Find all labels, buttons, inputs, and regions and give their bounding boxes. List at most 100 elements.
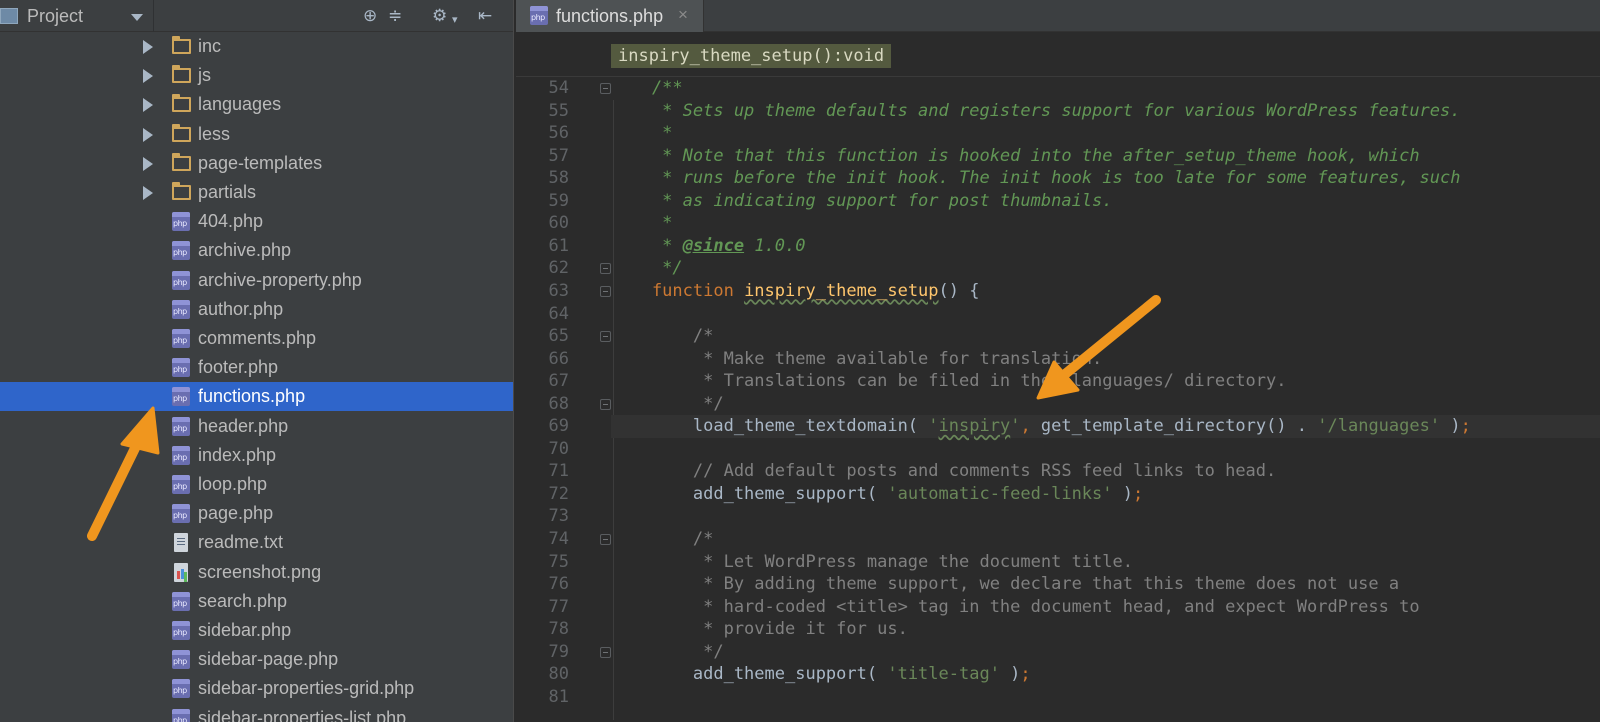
tree-item-label: readme.txt [198, 532, 284, 553]
code-line[interactable]: // Add default posts and comments RSS fe… [611, 460, 1600, 483]
code-line[interactable]: function inspiry_theme_setup() { [611, 280, 1600, 303]
expand-arrow-icon[interactable] [143, 156, 153, 171]
tree-file[interactable]: sidebar.php [0, 616, 513, 645]
tree-folder[interactable]: less [0, 120, 513, 149]
php-file-icon [172, 621, 190, 640]
code-line[interactable]: * hard-coded <title> tag in the document… [611, 596, 1600, 619]
code-line[interactable]: * Translations can be filed in the /lang… [611, 370, 1600, 393]
close-icon[interactable]: × [678, 5, 688, 25]
code-line[interactable]: load_theme_textdomain( 'inspiry', get_te… [611, 415, 1600, 439]
code-line[interactable]: /* [611, 325, 1600, 348]
gear-dropdown-icon[interactable]: ▾ [452, 11, 458, 29]
tree-file[interactable]: sidebar-properties-list.php [0, 704, 513, 722]
code-line[interactable]: * @since 1.0.0 [611, 235, 1600, 258]
code-token: * provide it for us. [611, 619, 908, 640]
code-line[interactable] [611, 438, 1600, 461]
code-line[interactable] [611, 505, 1600, 528]
expand-arrow-icon[interactable] [143, 127, 153, 142]
fold-toggle-icon[interactable] [600, 83, 611, 94]
line-number: 57 [548, 145, 569, 166]
line-number: 81 [548, 686, 569, 707]
tree-folder[interactable]: partials [0, 178, 513, 207]
tree-file[interactable]: author.php [0, 295, 513, 324]
php-file-icon [172, 241, 190, 261]
code-line[interactable]: */ [611, 641, 1600, 664]
tree-file[interactable]: footer.php [0, 353, 513, 382]
code-token: function [611, 280, 745, 301]
code-line[interactable]: * By adding theme support, we declare th… [611, 573, 1600, 596]
tree-file[interactable]: header.php [0, 412, 513, 441]
code-line[interactable]: /** [611, 77, 1600, 100]
tree-folder[interactable]: page-templates [0, 149, 513, 178]
tree-file[interactable]: search.php [0, 587, 513, 616]
code-line[interactable]: * [611, 212, 1600, 235]
tree-file[interactable]: sidebar-properties-grid.php [0, 674, 513, 703]
tree-file[interactable]: readme.txt [0, 528, 513, 557]
fold-toggle-icon[interactable] [600, 534, 611, 545]
tree-folder[interactable]: languages [0, 90, 513, 119]
expand-arrow-icon[interactable] [143, 40, 153, 54]
code-line[interactable]: * as indicating support for post thumbna… [611, 190, 1600, 213]
code-line[interactable]: * Let WordPress manage the document titl… [611, 551, 1600, 574]
code-line[interactable]: * [611, 122, 1600, 145]
tree-file[interactable]: functions.php [0, 382, 513, 412]
tab-functions-php[interactable]: functions.php × [516, 0, 704, 32]
editor-tab-bar: functions.php × [516, 0, 1600, 32]
folder-icon [172, 65, 191, 84]
code-line[interactable]: * runs before the init hook. The init ho… [611, 167, 1600, 190]
code-token: * Sets up theme defaults and registers s… [611, 100, 1461, 121]
tree-file[interactable]: screenshot.png [0, 558, 513, 587]
breadcrumb[interactable]: inspiry_theme_setup():void [611, 44, 892, 68]
line-number: 63 [548, 280, 569, 301]
code-token: , [1020, 416, 1031, 437]
expand-arrow-icon[interactable] [143, 98, 153, 113]
expand-arrow-icon[interactable] [143, 186, 153, 200]
collapse-all-icon[interactable]: ≑ [388, 7, 402, 25]
fold-toggle-icon[interactable] [600, 285, 611, 297]
tree-file[interactable]: 404.php [0, 207, 513, 236]
code-line[interactable] [611, 686, 1600, 709]
tree-file[interactable]: sidebar-page.php [0, 645, 513, 674]
project-view-icon [0, 8, 18, 24]
chevron-down-icon[interactable] [131, 14, 143, 21]
tree-file[interactable]: archive-property.php [0, 266, 513, 295]
code-line[interactable]: * Make theme available for translation. [611, 348, 1600, 371]
fold-toggle-icon[interactable] [600, 646, 611, 658]
project-panel-title[interactable]: Project [27, 6, 83, 27]
tree-file[interactable]: page.php [0, 499, 513, 528]
tree-file[interactable]: loop.php [0, 470, 513, 499]
code-area[interactable]: /** * Sets up theme defaults and registe… [611, 77, 1600, 722]
expand-arrow-icon[interactable] [143, 69, 153, 84]
fold-toggle-icon[interactable] [600, 331, 611, 343]
folder-icon [172, 36, 191, 54]
tree-folder[interactable]: inc [0, 32, 513, 61]
code-line[interactable]: */ [611, 393, 1600, 416]
line-number: 75 [548, 551, 569, 572]
gear-icon[interactable]: ⚙ [432, 7, 447, 25]
code-line[interactable] [611, 303, 1600, 326]
code-line[interactable]: */ [611, 257, 1600, 280]
code-line[interactable]: * Note that this function is hooked into… [611, 145, 1600, 168]
code-line[interactable]: * provide it for us. [611, 618, 1600, 641]
code-line[interactable]: * Sets up theme defaults and registers s… [611, 100, 1600, 123]
locate-file-icon[interactable]: ⊕ [363, 7, 377, 25]
php-file-icon [172, 329, 190, 348]
fold-toggle-icon[interactable] [600, 263, 611, 275]
tree-folder[interactable]: js [0, 61, 513, 90]
line-number: 73 [548, 506, 569, 527]
tree-file[interactable]: archive.php [0, 236, 513, 265]
tree-item-label: header.php [198, 415, 289, 436]
hide-panel-icon[interactable]: ⇤ [478, 7, 492, 25]
tree-file[interactable]: comments.php [0, 324, 513, 353]
tree-file[interactable]: index.php [0, 441, 513, 470]
code-line[interactable]: /* [611, 528, 1600, 551]
folder-icon [172, 123, 191, 142]
tree-item-label: page.php [198, 503, 274, 524]
tree-item-label: footer.php [198, 357, 279, 378]
fold-toggle-icon[interactable] [600, 398, 611, 410]
breadcrumb-bar: inspiry_theme_setup():void [516, 32, 1600, 77]
code-token: load_theme_textdomain( [611, 416, 929, 437]
code-line[interactable]: add_theme_support( 'automatic-feed-links… [611, 483, 1600, 506]
code-token: * Let WordPress manage the document titl… [611, 551, 1133, 572]
code-line[interactable]: add_theme_support( 'title-tag' ); [611, 663, 1600, 686]
